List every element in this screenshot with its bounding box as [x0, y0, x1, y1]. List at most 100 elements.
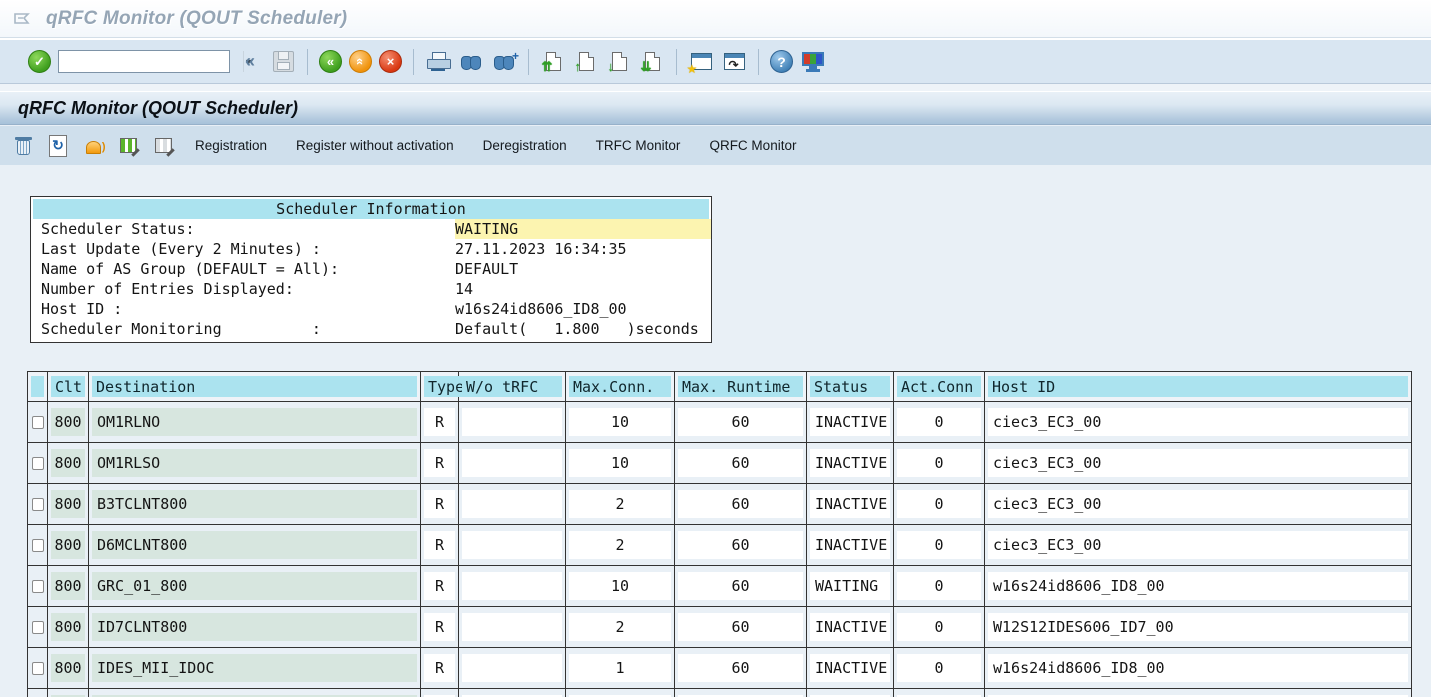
max-conn-cell: 2 — [569, 531, 671, 559]
wo-trfc-cell — [462, 572, 562, 600]
scheduler-status-value: WAITING — [455, 219, 711, 239]
status-cell: INACTIVE — [810, 654, 890, 682]
max-runtime-cell: 60 — [678, 408, 803, 436]
column-header-wo-trfc[interactable]: W/o tRFC — [462, 376, 562, 397]
row-checkbox[interactable] — [32, 580, 44, 593]
registration-button[interactable]: Registration — [185, 134, 277, 157]
column-header-destination[interactable]: Destination — [92, 376, 417, 397]
row-checkbox[interactable] — [32, 621, 44, 634]
activate-button[interactable] — [115, 133, 141, 159]
customize-layout-button[interactable] — [800, 49, 826, 75]
max-runtime-cell: 60 — [678, 572, 803, 600]
first-page-button[interactable]: ⇈ — [540, 49, 566, 75]
info-label: Host ID : — [31, 299, 455, 319]
info-label: Last Update (Every 2 Minutes) : — [31, 239, 455, 259]
refresh-button[interactable]: ↻ — [45, 133, 71, 159]
table-row[interactable]: 800 IDES_MII_IDOC R 1 60 INACTIVE 0 w16s… — [28, 647, 1411, 688]
deregistration-button[interactable]: Deregistration — [473, 134, 577, 157]
cancel-button[interactable]: × — [379, 50, 402, 73]
table-row[interactable]: 800 OM1RLSO R 10 60 INACTIVE 0 ciec3_EC3… — [28, 442, 1411, 483]
column-header-max-conn[interactable]: Max.Conn. — [569, 376, 671, 397]
create-shortcut-button[interactable]: ↷ — [721, 49, 747, 75]
app-toolbar: ↻ Registration Register without activati… — [0, 125, 1431, 165]
exit-up-button[interactable]: « — [349, 50, 372, 73]
act-conn-cell: 0 — [897, 613, 981, 641]
check-icon: ✓ — [34, 55, 45, 68]
previous-page-button[interactable]: ↑ — [573, 49, 599, 75]
status-cell: INACTIVE — [810, 613, 890, 641]
system-menu-icon[interactable] — [12, 10, 34, 27]
window-titlebar: qRFC Monitor (QOUT Scheduler) — [0, 0, 1431, 38]
host-id-value: w16s24id8606_ID8_00 — [455, 299, 711, 319]
last-page-button[interactable]: ⇊ — [639, 49, 665, 75]
select-all-header[interactable] — [31, 376, 44, 397]
table-row[interactable]: 800 B3TCLNT800 R 2 60 INACTIVE 0 ciec3_E… — [28, 483, 1411, 524]
row-checkbox[interactable] — [32, 539, 44, 552]
new-session-icon: ★ — [691, 53, 712, 70]
find-next-button[interactable]: + — [491, 49, 517, 75]
status-cell: WAITING — [810, 572, 890, 600]
table-row[interactable]: 800 OM1RLNO R 10 60 INACTIVE 0 ciec3_EC3… — [28, 401, 1411, 442]
destination-cell: D6MCLNT800 — [92, 531, 417, 559]
clt-cell: 800 — [51, 490, 85, 518]
trfc-monitor-button[interactable]: TRFC Monitor — [586, 134, 691, 157]
collapse-toolbar-button[interactable]: « — [239, 50, 261, 73]
help-button[interactable]: ? — [770, 50, 793, 73]
max-runtime-cell: 60 — [678, 490, 803, 518]
info-label: Number of Entries Displayed: — [31, 279, 455, 299]
entries-displayed-value: 14 — [455, 279, 711, 299]
save-button[interactable] — [270, 49, 296, 75]
printer-icon — [427, 52, 449, 72]
back-button[interactable]: « — [319, 50, 342, 73]
wo-trfc-cell — [462, 449, 562, 477]
toolbar-separator — [758, 49, 759, 75]
column-header-status[interactable]: Status — [810, 376, 890, 397]
column-header-max-runtime[interactable]: Max. Runtime — [678, 376, 803, 397]
find-button[interactable] — [458, 49, 484, 75]
next-page-icon: ↓ — [612, 52, 627, 71]
toolbar-separator — [413, 49, 414, 75]
act-conn-cell: 0 — [897, 408, 981, 436]
scheduler-info-title: Scheduler Information — [33, 199, 709, 219]
new-session-button[interactable]: ★ — [688, 49, 714, 75]
scheduler-monitoring-row: Scheduler Monitoring : Default( 1.800 )s… — [31, 319, 711, 339]
register-without-activation-button[interactable]: Register without activation — [286, 134, 464, 157]
destination-cell: OM1RLNO — [92, 408, 417, 436]
row-checkbox[interactable] — [32, 498, 44, 511]
wo-trfc-cell — [462, 531, 562, 559]
trash-icon — [16, 137, 31, 155]
deactivate-button[interactable] — [150, 133, 176, 159]
toolbar-separator — [307, 49, 308, 75]
table-row[interactable]: 800 D6MCLNT800 R 2 60 INACTIVE 0 ciec3_E… — [28, 524, 1411, 565]
clt-cell: 800 — [51, 408, 85, 436]
table-header-row: Clt Destination Type W/o tRFC Max.Conn. … — [28, 372, 1411, 401]
qrfc-monitor-button[interactable]: QRFC Monitor — [699, 134, 806, 157]
act-conn-cell: 0 — [897, 449, 981, 477]
column-header-clt[interactable]: Clt — [51, 376, 85, 397]
close-icon: × — [387, 55, 395, 68]
table-row[interactable]: 800 GRC_01_800 R 10 60 WAITING 0 w16s24i… — [28, 565, 1411, 606]
clt-cell: 800 — [51, 572, 85, 600]
last-page-icon: ⇊ — [645, 52, 660, 71]
enter-button[interactable]: ✓ — [28, 50, 51, 73]
app-titlebar: qRFC Monitor (QOUT Scheduler) — [0, 91, 1431, 125]
row-checkbox[interactable] — [32, 662, 44, 675]
column-header-host-id[interactable]: Host ID — [988, 376, 1408, 397]
type-cell: R — [424, 613, 455, 641]
row-checkbox[interactable] — [32, 416, 44, 429]
wo-trfc-cell — [462, 490, 562, 518]
alarm-button[interactable] — [80, 133, 106, 159]
max-conn-cell: 10 — [569, 449, 671, 477]
column-header-act-conn[interactable]: Act.Conn — [897, 376, 981, 397]
command-input[interactable] — [59, 52, 243, 71]
next-page-button[interactable]: ↓ — [606, 49, 632, 75]
row-checkbox[interactable] — [32, 457, 44, 470]
print-button[interactable] — [425, 49, 451, 75]
act-conn-cell: 0 — [897, 572, 981, 600]
destination-cell: IDES_MII_IDOC — [92, 654, 417, 682]
window-title: qRFC Monitor (QOUT Scheduler) — [46, 8, 347, 30]
table-row[interactable]: 800 ID7CLNT800 R 2 60 INACTIVE 0 W12S12I… — [28, 606, 1411, 647]
destination-cell: GRC_01_800 — [92, 572, 417, 600]
delete-button[interactable] — [10, 133, 36, 159]
host-id-cell: ciec3_EC3_00 — [988, 531, 1408, 559]
